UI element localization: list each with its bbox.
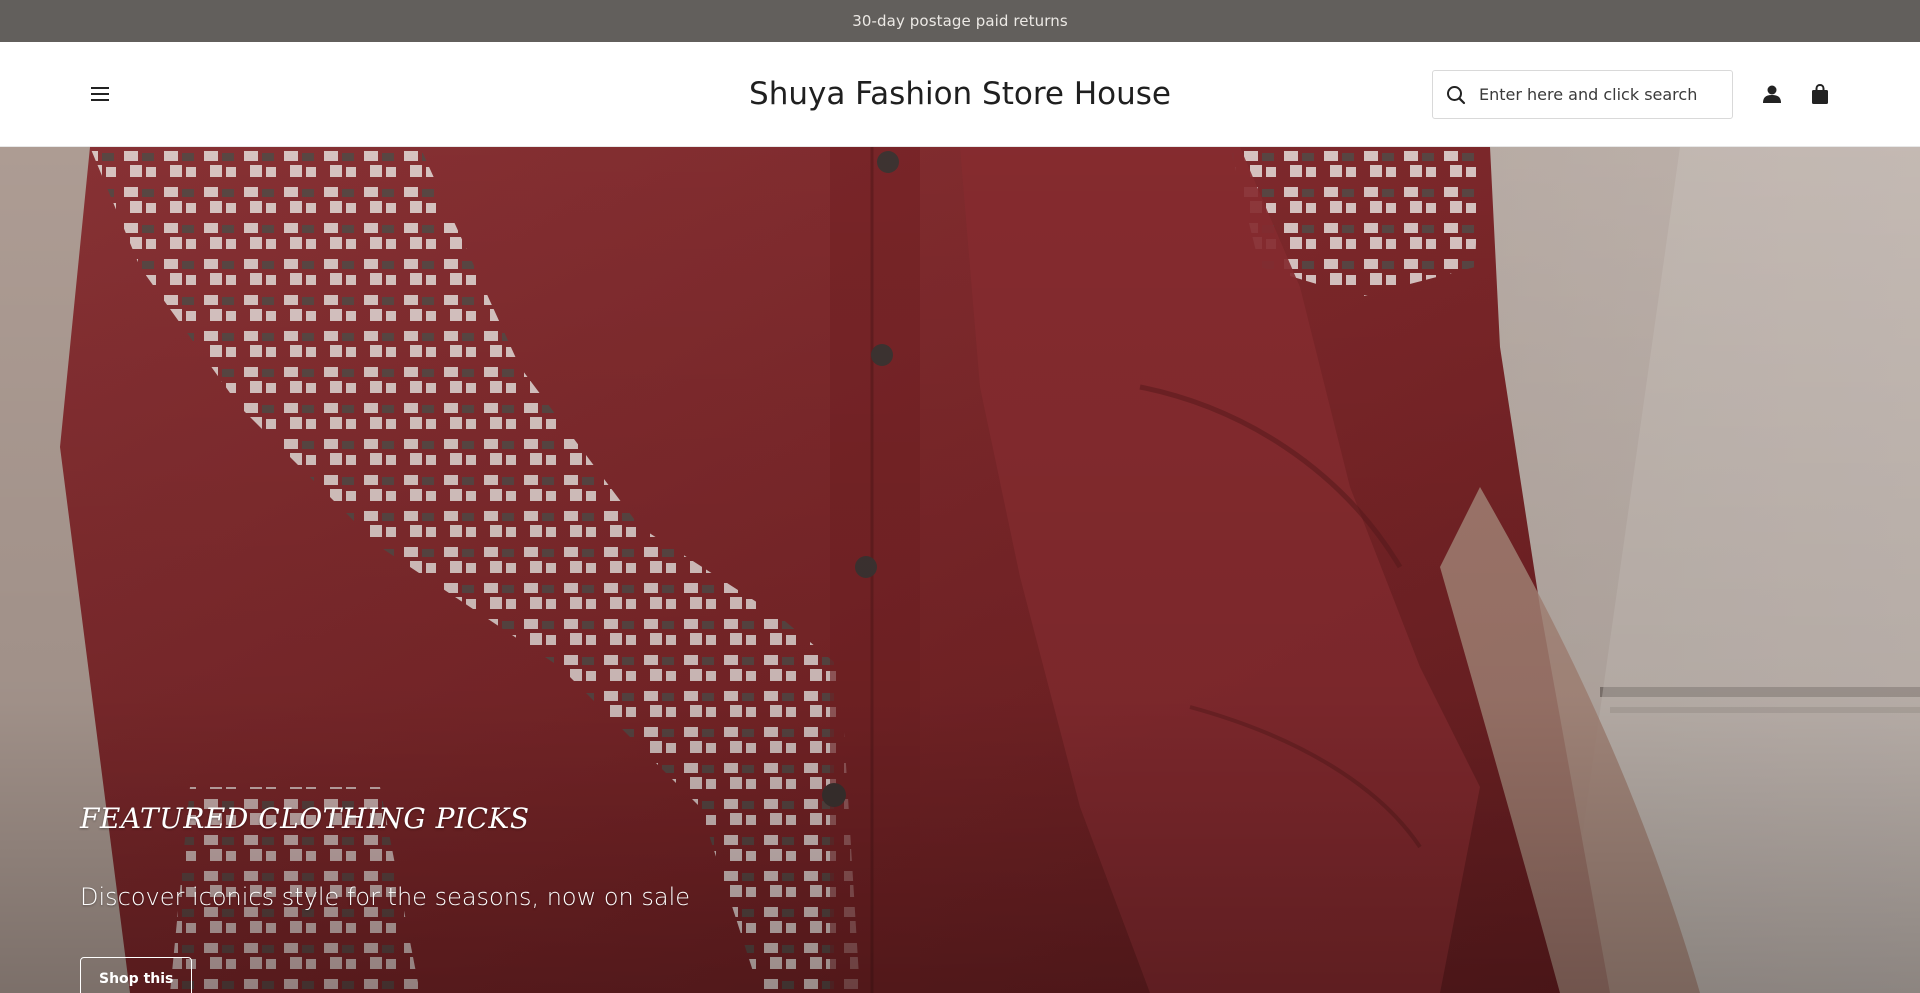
menu-button[interactable] xyxy=(88,82,112,106)
user-icon xyxy=(1763,85,1781,103)
hamburger-menu-icon xyxy=(91,87,109,101)
hero-title: FEATURED CLOTHING PICKS xyxy=(80,802,530,835)
hero-banner: FEATURED CLOTHING PICKS Discover iconics… xyxy=(0,147,1920,993)
site-header: Shuya Fashion Store House xyxy=(0,42,1920,147)
hero-subtitle: Discover iconics style for the seasons, … xyxy=(80,883,691,911)
search-icon xyxy=(1447,85,1466,104)
search-icon-button[interactable] xyxy=(1433,85,1479,105)
hero-content: FEATURED CLOTHING PICKS Discover iconics… xyxy=(80,802,690,993)
shopping-bag-icon xyxy=(1812,83,1828,104)
account-button[interactable] xyxy=(1760,82,1784,106)
brand-logo-text[interactable]: Shuya Fashion Store House xyxy=(749,76,1171,112)
shop-this-button[interactable]: Shop this xyxy=(80,957,193,993)
cart-button[interactable] xyxy=(1808,82,1832,106)
search-input[interactable] xyxy=(1479,85,1719,104)
search-box[interactable] xyxy=(1432,70,1733,119)
announcement-bar: 30-day postage paid returns xyxy=(0,0,1920,42)
announcement-text: 30-day postage paid returns xyxy=(852,12,1068,30)
